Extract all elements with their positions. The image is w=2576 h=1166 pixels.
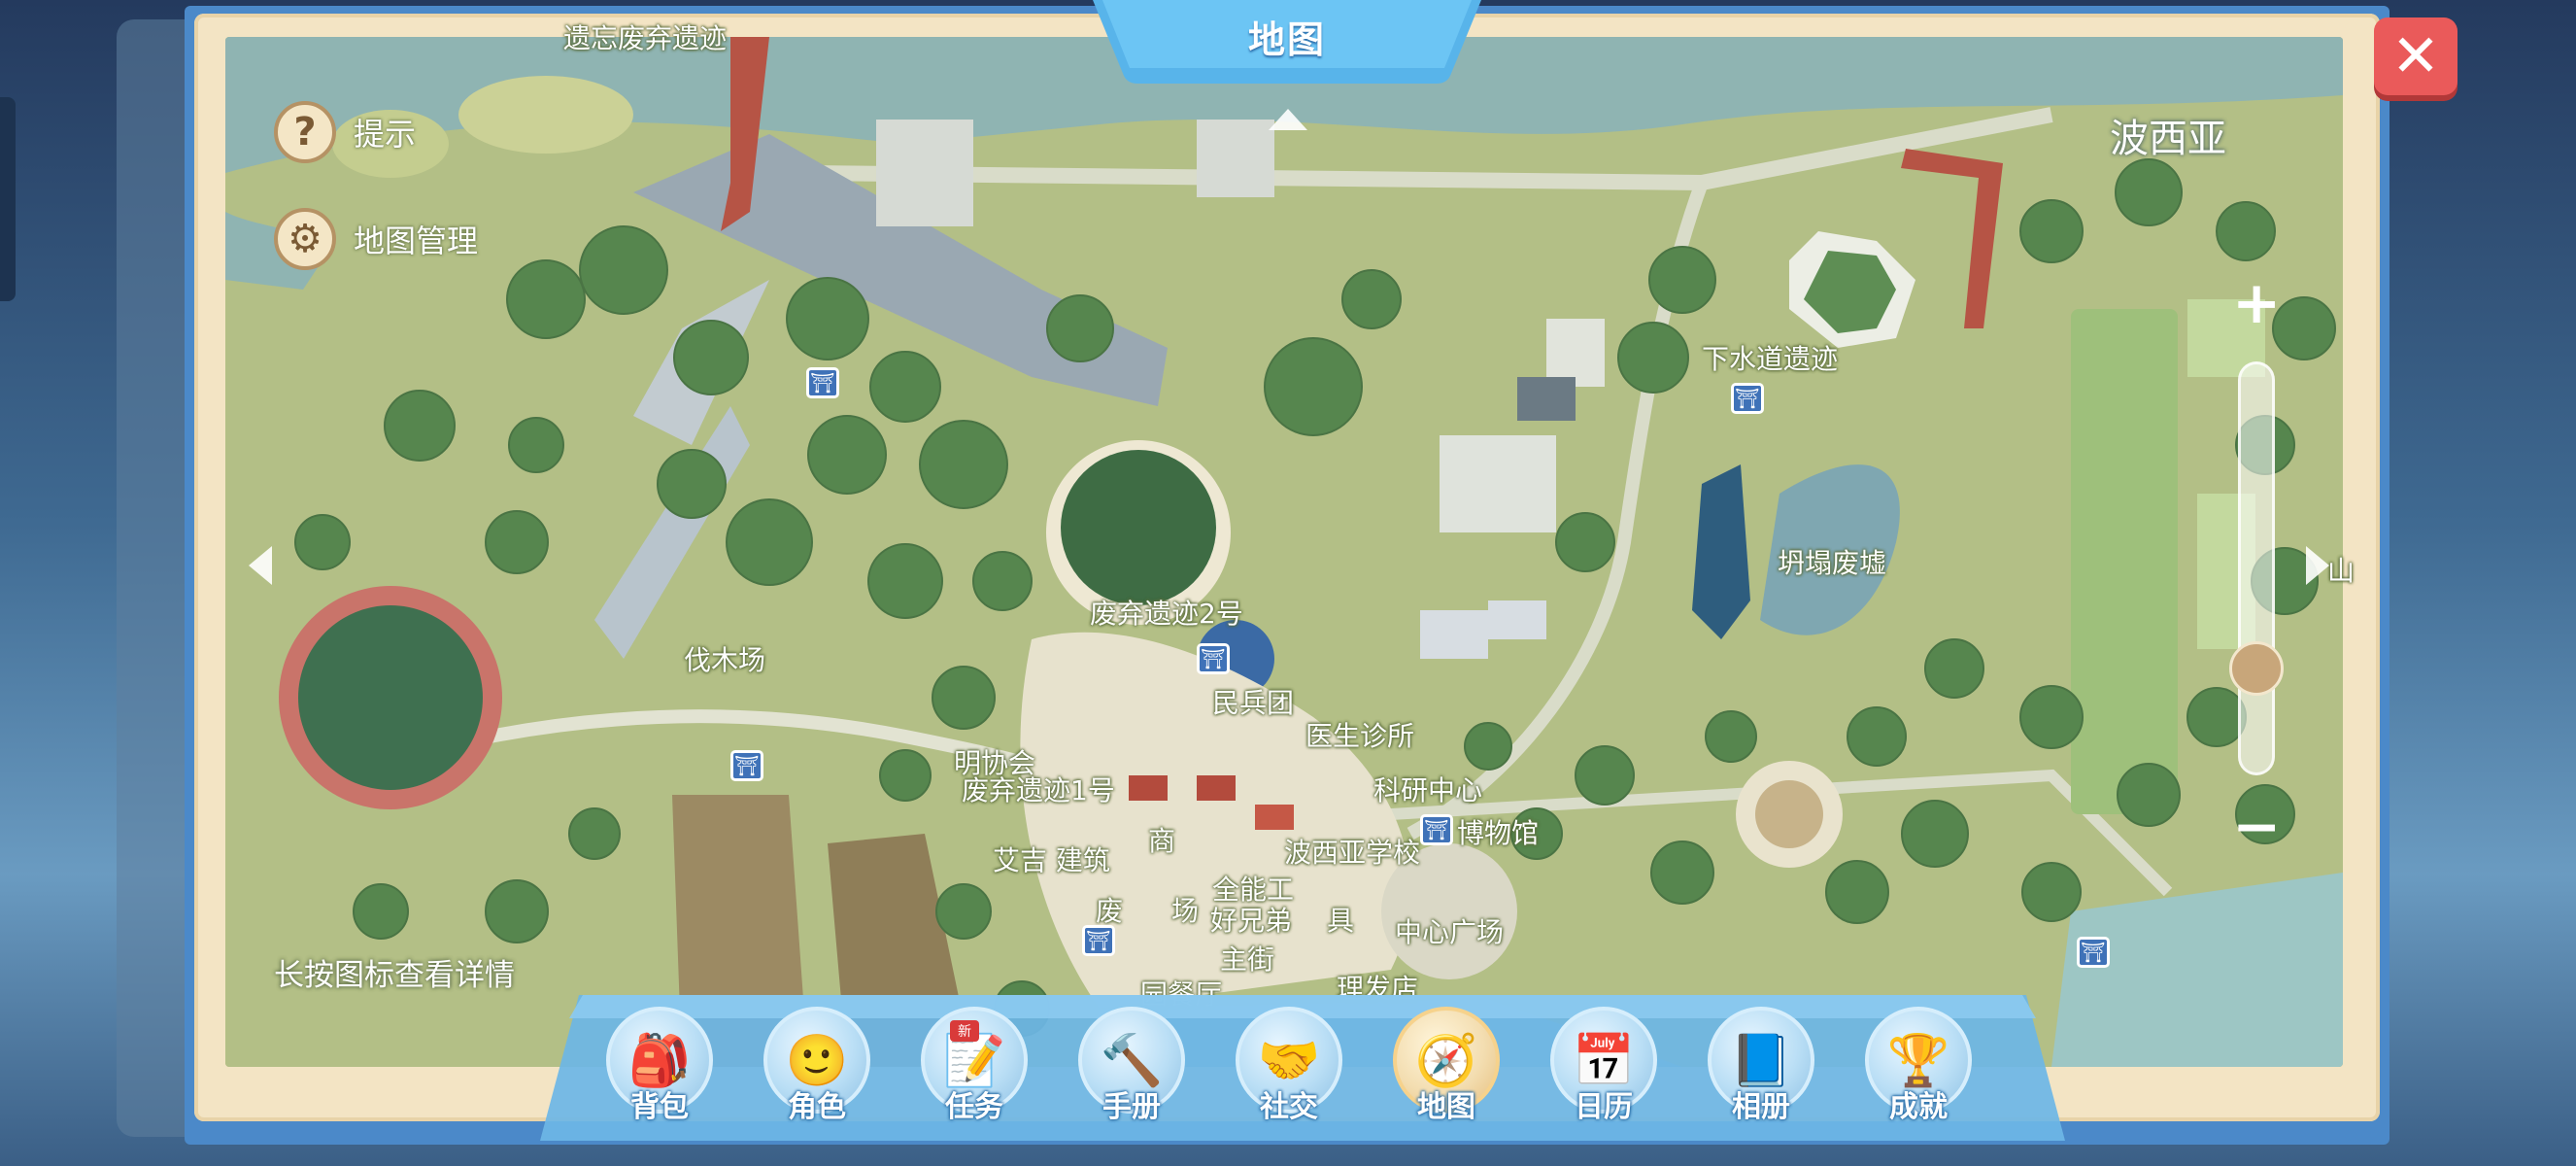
nav-character[interactable]: 🙂 角色 [758, 1007, 874, 1133]
fast-travel-icon[interactable]: ⛩ [2077, 937, 2110, 968]
scroll-left-arrow-icon[interactable] [249, 546, 272, 585]
zoom-in-button[interactable]: + [2232, 274, 2281, 332]
nav-label: 日历 [1575, 1090, 1633, 1124]
nav-album[interactable]: 📘 相册 [1702, 1007, 1818, 1133]
map-label-good-brothers[interactable]: 好兄弟 [1210, 900, 1292, 939]
map-label-lumber-yard[interactable]: 伐木场 [684, 639, 765, 678]
zoom-out-button[interactable]: − [2232, 798, 2281, 856]
map-label-plaza-partial-2[interactable]: 场 [1171, 890, 1199, 929]
fast-travel-icon[interactable]: ⛩ [1731, 383, 1764, 414]
question-icon: ? [274, 101, 336, 163]
new-badge: 新 [950, 1020, 979, 1042]
background-side-tab [0, 97, 16, 301]
scroll-right-arrow-icon[interactable] [2306, 546, 2329, 585]
nav-quest[interactable]: 📝 新任务 [915, 1007, 1032, 1133]
hint-label: 提示 [354, 116, 417, 153]
map-label-school[interactable]: 波西亚学校 [1284, 832, 1420, 871]
map-label-ruins-2[interactable]: 废弃遗迹2号 [1090, 593, 1243, 632]
zoom-slider[interactable] [2238, 361, 2275, 775]
map-label-plaza-partial[interactable]: 废 [1096, 890, 1123, 929]
map-label-collapsed-ruins[interactable]: 坍塌废墟 [1778, 542, 1886, 581]
map-label-right-edge: 山 [2327, 555, 2356, 587]
map-manage-icon: ⚙ [274, 208, 336, 270]
map-label-aiji-construction[interactable]: 艾吉 建筑 [993, 840, 1110, 878]
nav-calendar[interactable]: 📅 日历 [1544, 1007, 1661, 1133]
map-label-militia[interactable]: 民兵团 [1212, 682, 1294, 721]
map-label-ruins-partial: 遗忘废弃遗迹 [563, 22, 728, 54]
nav-label: 成就 [1889, 1090, 1948, 1124]
map-label-shop-partial[interactable]: 商 [1148, 820, 1175, 859]
nav-label: 背包 [630, 1090, 689, 1124]
region-name: 波西亚 [2110, 117, 2226, 161]
nav-label: 社交 [1260, 1090, 1318, 1124]
fast-travel-icon[interactable]: ⛩ [1197, 643, 1230, 674]
nav-label: 手册 [1102, 1090, 1161, 1124]
nav-label: 地图 [1417, 1090, 1475, 1124]
nav-handbook[interactable]: 🔨 手册 [1072, 1007, 1189, 1133]
close-button[interactable]: ✕ [2374, 17, 2457, 95]
map-manage-button[interactable]: ⚙ 地图管理 [274, 208, 478, 270]
page-title: 地图 [1247, 18, 1326, 61]
nav-trophy[interactable]: 🏆 成就 [1859, 1007, 1976, 1133]
map-label-main-street[interactable]: 主街 [1220, 939, 1274, 977]
map-label-research-center[interactable]: 科研中心 [1373, 770, 1482, 808]
fast-travel-icon[interactable]: ⛩ [1082, 925, 1115, 956]
nav-label: 相册 [1732, 1090, 1790, 1124]
map-label-central-plaza[interactable]: 中心广场 [1395, 911, 1504, 950]
zoom-slider-thumb[interactable] [2229, 641, 2284, 696]
map-label-clinic[interactable]: 医生诊所 [1305, 715, 1414, 754]
nav-backpack[interactable]: 🎒 背包 [600, 1007, 717, 1133]
fast-travel-icon[interactable]: ⛩ [806, 367, 839, 398]
fast-travel-icon[interactable]: ⛩ [1420, 814, 1453, 845]
nav-social[interactable]: 🤝 社交 [1230, 1007, 1346, 1133]
map-label-ruins-1[interactable]: 废弃遗迹1号 [962, 770, 1115, 808]
nav-map[interactable]: 🧭 地图 [1387, 1007, 1504, 1133]
nav-label: 任务 [945, 1090, 1003, 1124]
fast-travel-icon[interactable]: ⛩ [730, 750, 763, 781]
nav-label: 角色 [788, 1090, 846, 1124]
scroll-up-arrow-icon[interactable] [1269, 109, 1307, 130]
long-press-hint: 长按图标查看详情 [274, 958, 515, 993]
map-label-furniture[interactable]: 具 [1327, 900, 1354, 939]
hint-button[interactable]: ? 提示 [274, 101, 416, 163]
map-label-sewer-ruins[interactable]: 下水道遗迹 [1702, 338, 1838, 377]
map-label-museum[interactable]: 博物馆 [1457, 812, 1539, 851]
map-manage-label: 地图管理 [354, 223, 479, 259]
